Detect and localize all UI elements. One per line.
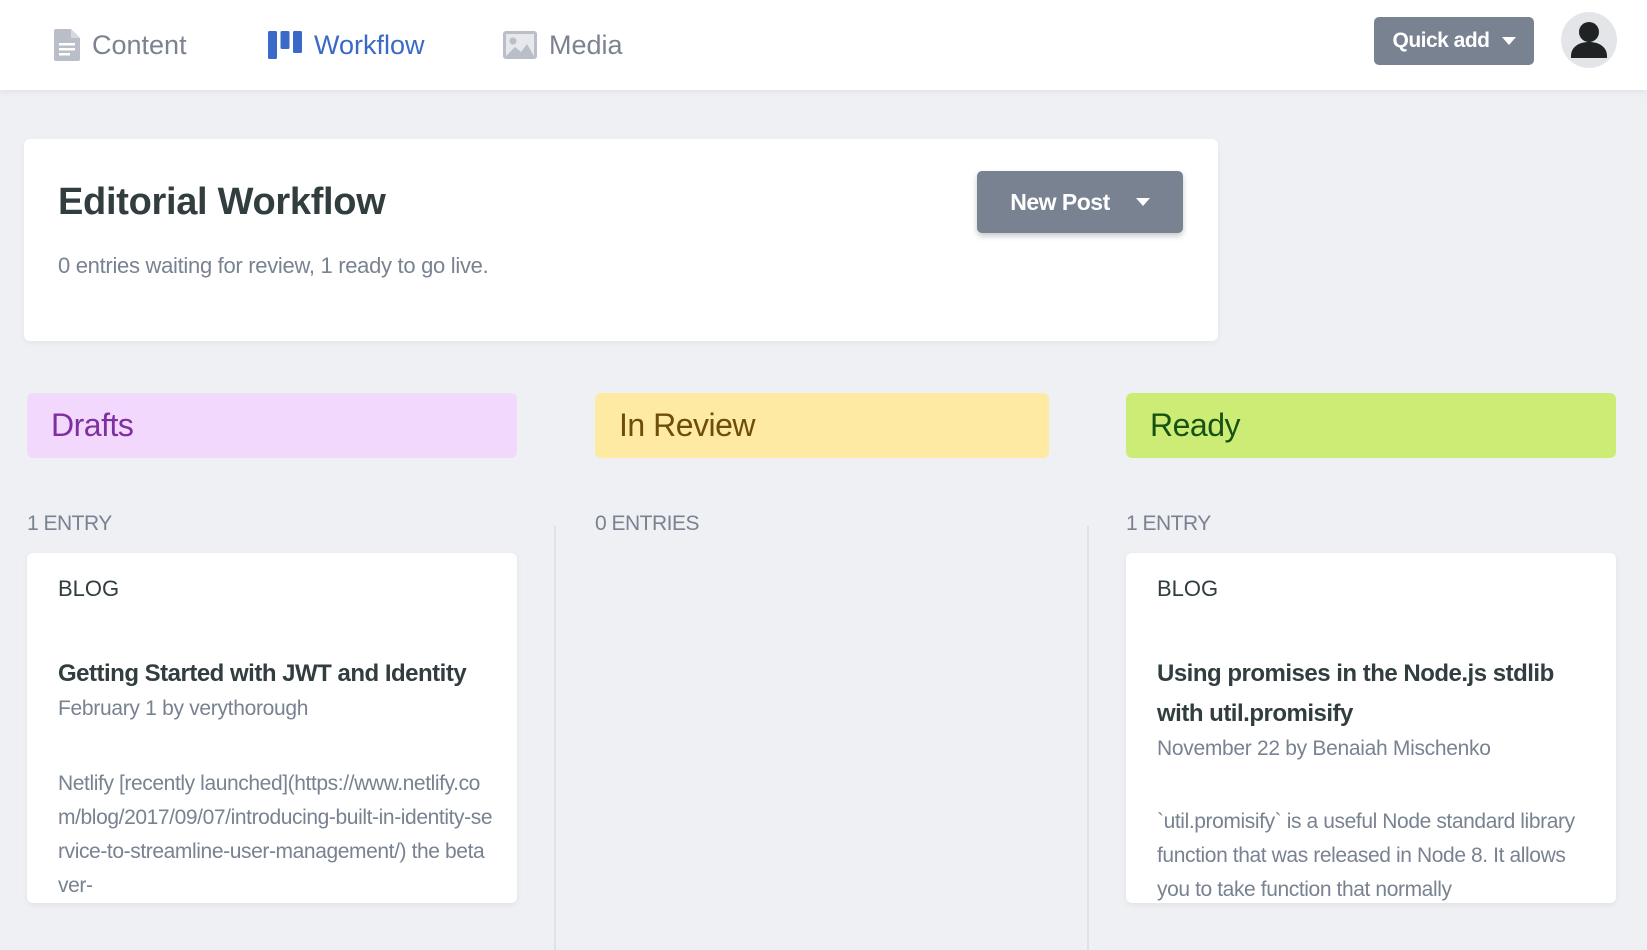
workflow-header-card: Editorial Workflow 0 entries waiting for… bbox=[24, 139, 1218, 341]
column-label-ready: Ready bbox=[1150, 407, 1241, 443]
nav-media-label: Media bbox=[549, 29, 623, 60]
column-header-ready: Ready bbox=[1126, 393, 1616, 458]
image-icon bbox=[503, 31, 537, 59]
column-header-in-review: In Review bbox=[595, 393, 1049, 458]
entry-card-drafts[interactable]: BLOG Getting Started with JWT and Identi… bbox=[27, 553, 517, 903]
entry-collection: BLOG bbox=[1157, 576, 1219, 601]
entry-count-drafts: 1 ENTRY bbox=[27, 512, 112, 535]
entry-count-ready: 1 ENTRY bbox=[1126, 512, 1211, 535]
top-bar: Content Workflow Media Quick add bbox=[0, 0, 1647, 90]
column-header-drafts: Drafts bbox=[27, 393, 517, 458]
chevron-down-icon bbox=[1135, 198, 1150, 206]
entry-collection: BLOG bbox=[58, 576, 120, 601]
column-label-in-review: In Review bbox=[619, 407, 756, 443]
entry-card-ready[interactable]: BLOG Using promises in the Node.js stdli… bbox=[1126, 553, 1616, 903]
entry-excerpt: Netlify [recently launched](https://www.… bbox=[58, 772, 493, 897]
quick-add-button[interactable]: Quick add bbox=[1374, 17, 1534, 65]
chevron-down-icon bbox=[1501, 37, 1516, 45]
workflow-summary: 0 entries waiting for review, 1 ready to… bbox=[58, 253, 489, 278]
document-icon bbox=[54, 29, 80, 61]
nav-content-label: Content bbox=[92, 29, 187, 60]
nav-workflow-label: Workflow bbox=[314, 29, 425, 60]
column-divider bbox=[1087, 526, 1089, 950]
user-icon bbox=[1561, 12, 1617, 68]
entry-title: Using promises in the Node.js stdlib wit… bbox=[1157, 660, 1554, 727]
new-post-button[interactable]: New Post bbox=[977, 171, 1183, 233]
entry-excerpt: `util.promisify` is a useful Node standa… bbox=[1157, 810, 1575, 901]
column-divider bbox=[554, 526, 556, 950]
entry-meta: November 22 by Benaiah Mischenko bbox=[1157, 737, 1491, 760]
nav-content[interactable]: Content bbox=[54, 0, 187, 90]
nav-workflow[interactable]: Workflow bbox=[268, 0, 425, 90]
entry-count-in-review: 0 ENTRIES bbox=[595, 512, 700, 535]
kanban-icon bbox=[268, 31, 302, 59]
entry-meta: February 1 by verythorough bbox=[58, 697, 309, 720]
entry-title: Getting Started with JWT and Identity bbox=[58, 660, 467, 687]
nav-media[interactable]: Media bbox=[503, 0, 623, 90]
column-label-drafts: Drafts bbox=[51, 407, 134, 443]
quick-add-label: Quick add bbox=[1392, 29, 1490, 52]
new-post-label: New Post bbox=[1010, 188, 1110, 215]
page-title: Editorial Workflow bbox=[58, 181, 386, 223]
avatar[interactable] bbox=[1561, 12, 1617, 68]
